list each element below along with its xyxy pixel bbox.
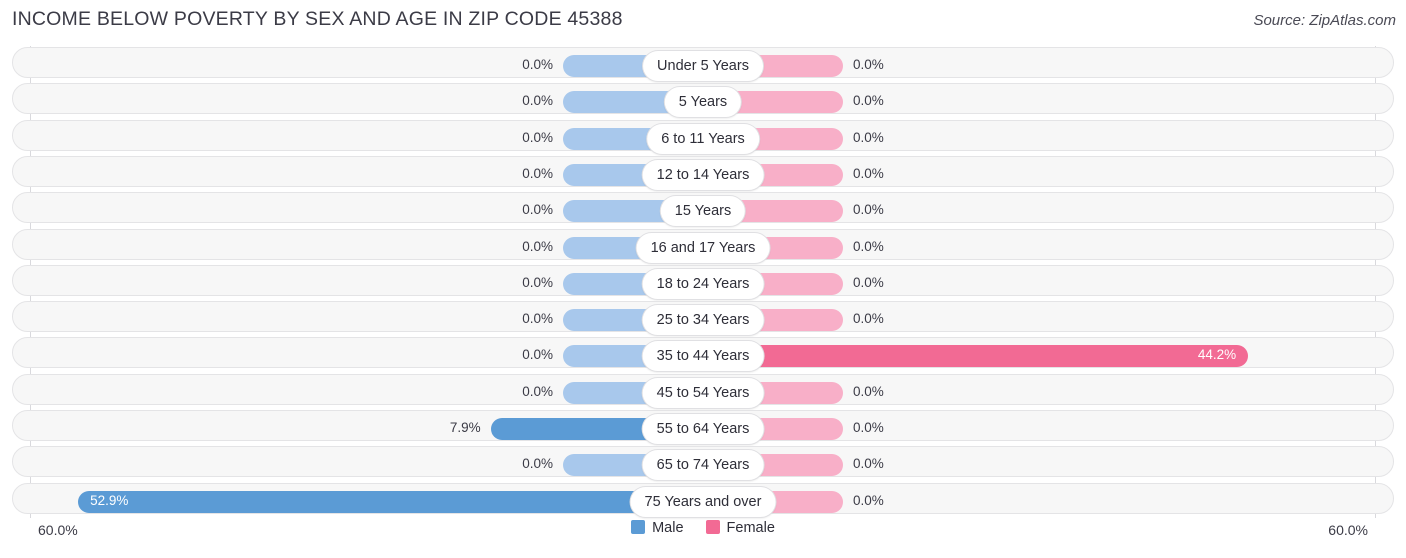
chart-plot-area: 0.0% 0.0% Under 5 Years 0.0% 0.0% 5 Years 0.0%… <box>0 46 1406 518</box>
bar-value-female: 0.0% <box>853 93 884 109</box>
legend-swatch-female-icon <box>705 520 720 534</box>
age-group-label: 25 to 34 Years <box>642 305 764 336</box>
age-group-label: 12 to 14 Years <box>642 159 764 190</box>
bar-value-female: 0.0% <box>853 311 884 327</box>
chart-row[interactable]: 0.0% 0.0% 15 Years <box>0 191 1406 227</box>
chart-row[interactable]: 0.0% 0.0% 12 to 14 Years <box>0 155 1406 191</box>
chart-row[interactable]: 7.9% 0.0% 55 to 64 Years <box>0 409 1406 445</box>
bar-value-male: 0.0% <box>522 274 553 290</box>
bar-value-female: 0.0% <box>853 165 884 181</box>
bar-value-male: 52.9% <box>90 492 129 508</box>
bar-value-female: 0.0% <box>853 420 884 435</box>
legend-item-male[interactable]: Male <box>631 520 684 536</box>
chart-footer: 60.0% 60.0% Male Female <box>0 518 1406 558</box>
age-group-label: 5 Years <box>664 87 742 118</box>
age-group-label: 16 and 17 Years <box>636 232 770 263</box>
bar-value-female: 44.2% <box>1197 347 1237 363</box>
bar-value-male: 0.0% <box>522 57 553 72</box>
legend-item-female[interactable]: Female <box>705 520 775 536</box>
chart-row[interactable]: 0.0% 0.0% 18 to 24 Years <box>0 264 1406 300</box>
bar-value-male: 0.0% <box>522 383 553 399</box>
bar-value-female: 0.0% <box>853 492 884 508</box>
source-attribution: Source: ZipAtlas.com <box>1253 12 1396 29</box>
bar-value-female: 0.0% <box>853 383 884 399</box>
bar-value-male: 0.0% <box>522 93 553 109</box>
age-group-label: 55 to 64 Years <box>642 414 764 444</box>
chart-header: INCOME BELOW POVERTY BY SEX AND AGE IN Z… <box>0 0 1406 42</box>
bar-value-female: 0.0% <box>853 129 884 145</box>
chart-row[interactable]: 0.0% 0.0% 45 to 54 Years <box>0 373 1406 409</box>
age-group-label: Under 5 Years <box>643 51 763 81</box>
bar-value-male: 0.0% <box>522 165 553 181</box>
legend-label-female: Female <box>726 520 775 536</box>
age-group-label: 45 to 54 Years <box>642 377 764 408</box>
bar-value-female: 0.0% <box>853 57 884 72</box>
chart-row[interactable]: 0.0% 0.0% Under 5 Years <box>0 46 1406 82</box>
bar-value-male: 0.0% <box>522 202 553 218</box>
page-title: INCOME BELOW POVERTY BY SEX AND AGE IN Z… <box>12 8 623 30</box>
chart-row[interactable]: 0.0% 44.2% 35 to 44 Years <box>0 336 1406 372</box>
chart-row[interactable]: 0.0% 0.0% 25 to 34 Years <box>0 300 1406 336</box>
legend-label-male: Male <box>652 520 684 536</box>
chart-legend: Male Female <box>0 520 1406 536</box>
age-group-label: 18 to 24 Years <box>642 268 764 299</box>
age-group-label: 65 to 74 Years <box>642 450 764 481</box>
chart-row[interactable]: 52.9% 0.0% 75 Years and over <box>0 482 1406 518</box>
bar-value-male: 0.0% <box>522 347 553 363</box>
bar-male[interactable] <box>78 490 703 513</box>
bar-value-male: 7.9% <box>449 420 481 435</box>
bar-value-female: 0.0% <box>853 238 884 254</box>
age-group-label: 75 Years and over <box>630 486 776 517</box>
bar-value-male: 0.0% <box>522 238 553 254</box>
bar-value-male: 0.0% <box>522 311 553 327</box>
chart-row[interactable]: 0.0% 0.0% 16 and 17 Years <box>0 228 1406 264</box>
chart-row[interactable]: 0.0% 0.0% 5 Years <box>0 82 1406 118</box>
bar-value-male: 0.0% <box>522 456 553 472</box>
chart-row[interactable]: 0.0% 0.0% 6 to 11 Years <box>0 119 1406 155</box>
age-group-label: 6 to 11 Years <box>647 123 759 154</box>
bar-value-female: 0.0% <box>853 202 884 218</box>
bar-value-male: 0.0% <box>522 129 553 145</box>
bar-value-female: 0.0% <box>853 274 884 290</box>
chart-row[interactable]: 0.0% 0.0% 65 to 74 Years <box>0 445 1406 481</box>
bar-female[interactable] <box>703 345 1249 368</box>
age-group-label: 35 to 44 Years <box>642 341 764 372</box>
age-group-label: 15 Years <box>660 196 746 227</box>
legend-swatch-male-icon <box>631 520 646 534</box>
bar-value-female: 0.0% <box>853 456 884 472</box>
